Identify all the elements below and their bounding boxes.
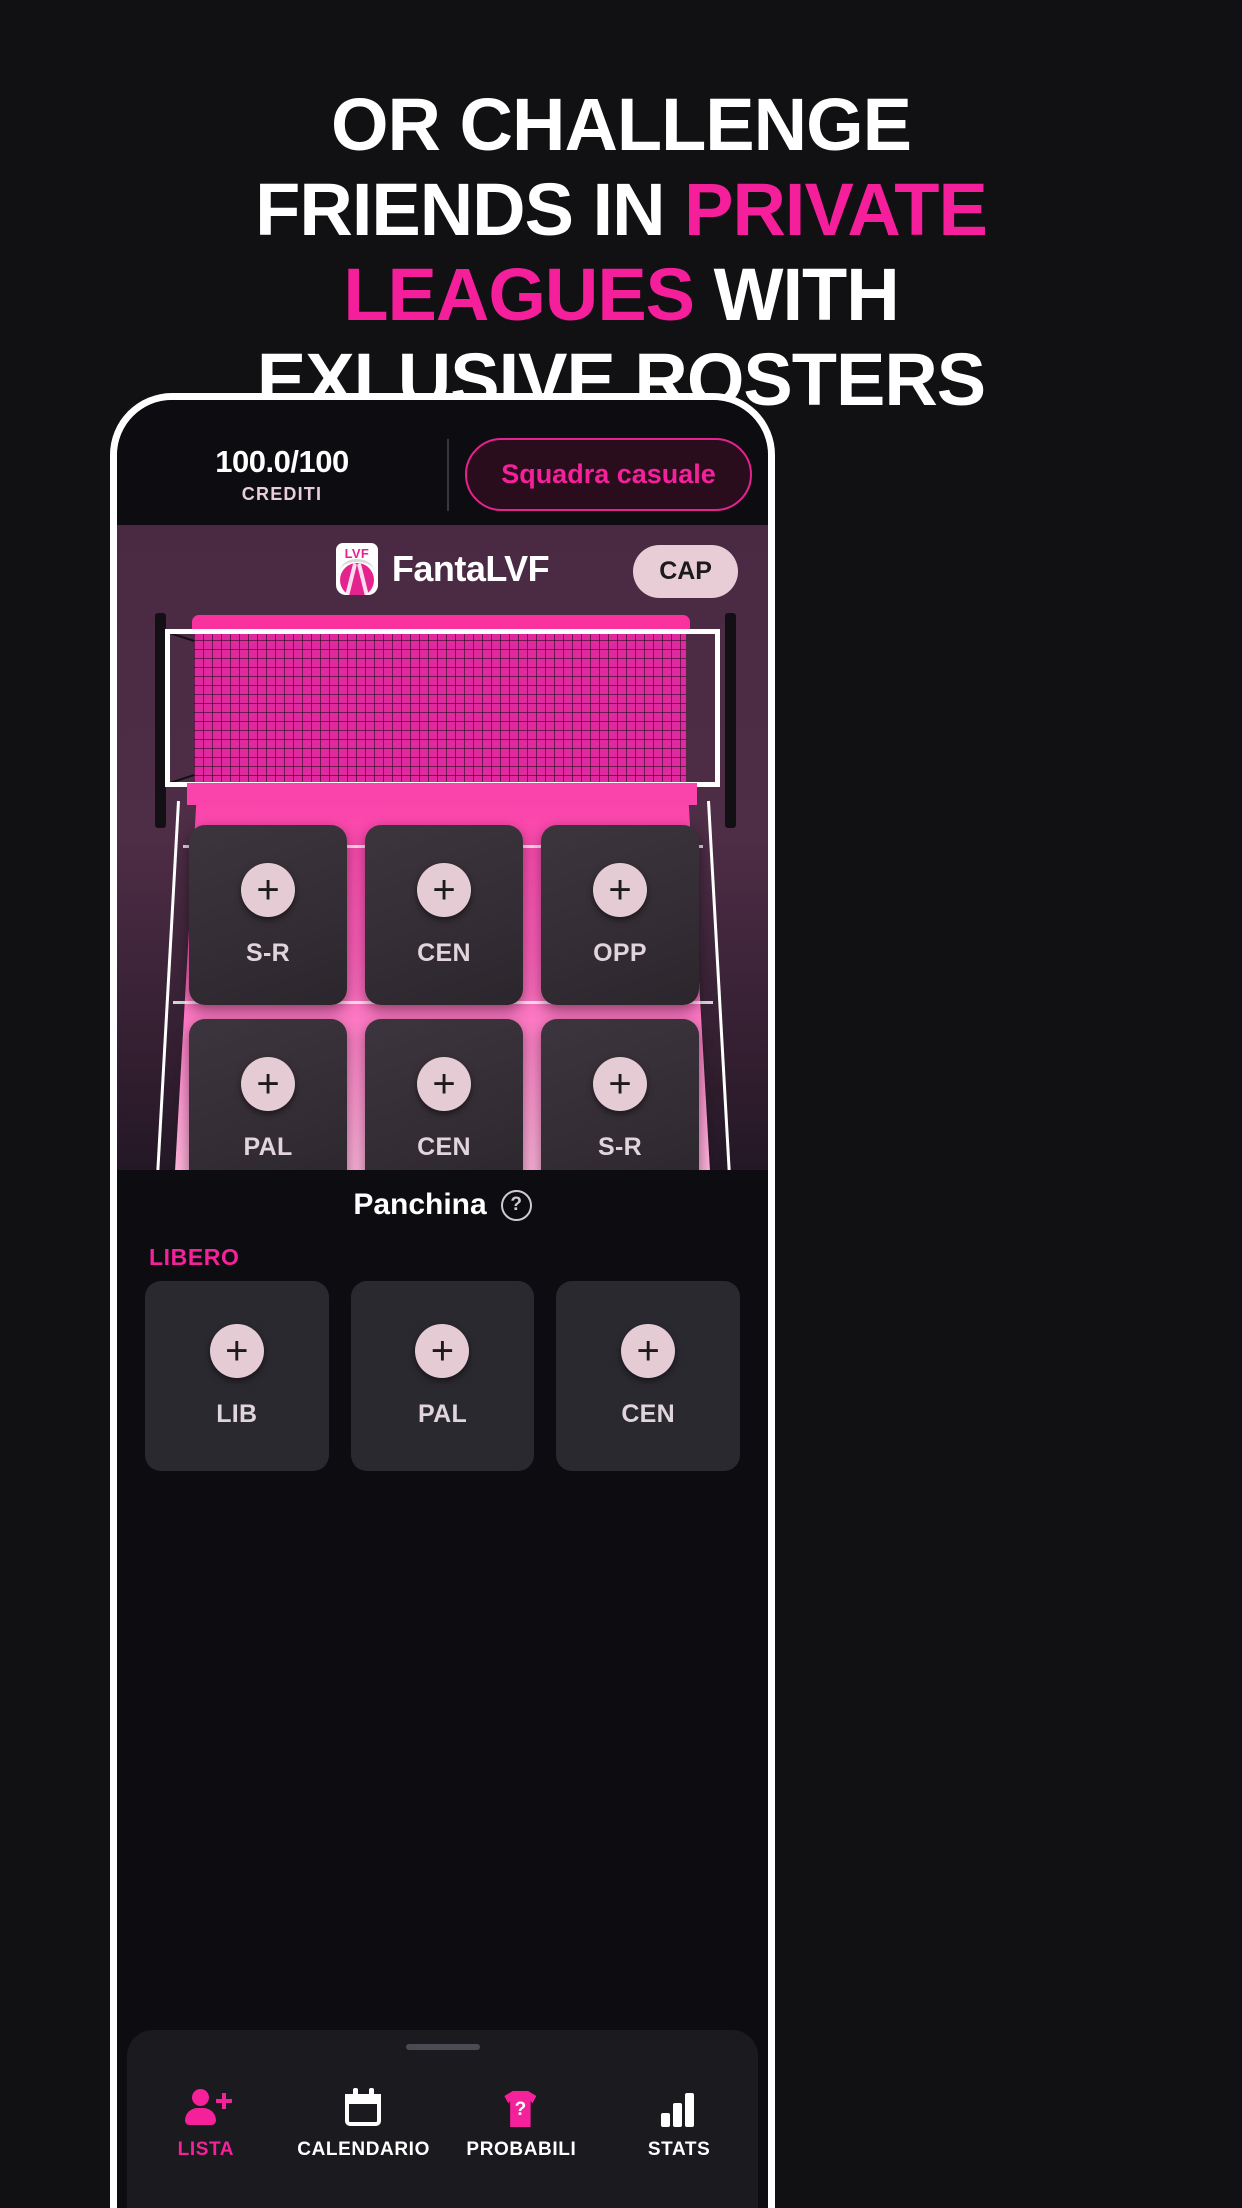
sheet-grabber[interactable] — [405, 2044, 480, 2050]
court-slot[interactable]: + CEN — [365, 825, 523, 1005]
bench-slot[interactable]: + CEN — [556, 1281, 740, 1471]
add-player-icon[interactable]: + — [241, 1056, 295, 1111]
plus-glyph: + — [256, 867, 280, 912]
bottom-tab-bar: LISTA CALENDARIO ? PROBABILI STATS — [127, 2070, 758, 2208]
court-panel: LVF FantaLVF CAP + S-R + CEN + OPP + PAL… — [117, 525, 768, 1170]
add-player-icon[interactable]: + — [209, 1323, 264, 1378]
add-player-icon[interactable]: + — [241, 862, 295, 917]
promo-screen: OR CHALLENGE FRIENDS IN PRIVATE LEAGUES … — [0, 0, 1242, 2208]
random-team-wrap: Squadra casuale — [449, 438, 768, 511]
plus-glyph: + — [608, 1061, 632, 1106]
bench-section: Panchina ? LIBERO + LIB + PAL + CEN — [117, 1180, 768, 1600]
add-player-icon[interactable]: + — [593, 862, 647, 917]
plus-glyph: + — [225, 1328, 249, 1373]
add-player-icon[interactable]: + — [417, 862, 471, 917]
court-slot-label: CEN — [417, 1132, 471, 1161]
credits-label: CREDITI — [241, 484, 323, 504]
court-slot-label: CEN — [417, 938, 471, 967]
net-outline — [165, 629, 720, 787]
bench-slot-label: PAL — [417, 1399, 468, 1428]
court-slot-label: PAL — [243, 1132, 293, 1161]
bench-slot[interactable]: + LIB — [145, 1281, 329, 1471]
tab-stats[interactable]: STATS — [604, 2088, 754, 2161]
court-slot[interactable]: + S-R — [189, 825, 347, 1005]
court-slot[interactable]: + OPP — [541, 825, 699, 1005]
court-edge-right — [707, 800, 731, 1170]
court-edge-left — [156, 800, 180, 1170]
add-player-icon[interactable]: + — [593, 1056, 647, 1111]
bench-header: Panchina ? — [117, 1180, 768, 1222]
headline-line-3: LEAGUES WITH — [60, 258, 1182, 332]
add-player-icon[interactable]: + — [415, 1323, 470, 1378]
court-slot-grid: + S-R + CEN + OPP + PAL + CEN + S-R — [189, 825, 699, 1170]
tab-label: PROBABILI — [466, 2139, 577, 2160]
promo-headline: OR CHALLENGE FRIENDS IN PRIVATE LEAGUES … — [0, 88, 1242, 428]
help-icon[interactable]: ? — [500, 1189, 532, 1221]
person-add-icon — [184, 2088, 232, 2130]
plus-glyph: + — [256, 1061, 280, 1106]
tab-calendario[interactable]: CALENDARIO — [289, 2088, 439, 2161]
libero-label: LIBERO — [149, 1244, 240, 1270]
court-slot-label: S-R — [598, 1132, 642, 1161]
bench-slot-label: CEN — [621, 1399, 675, 1428]
plus-glyph: + — [430, 1328, 455, 1373]
bench-slot-grid: + LIB + PAL + CEN — [145, 1281, 740, 1471]
bottom-sheet: LISTA CALENDARIO ? PROBABILI STATS — [127, 2030, 758, 2208]
tab-label: LISTA — [177, 2139, 235, 2160]
tab-lista[interactable]: LISTA — [131, 2088, 281, 2161]
net-pole-right — [725, 613, 736, 828]
credits-value: 100.0/100 — [215, 444, 349, 479]
bench-slot-label: LIB — [216, 1399, 258, 1428]
headline-line-1: OR CHALLENGE — [331, 83, 912, 166]
headline-line-2: FRIENDS IN PRIVATE — [60, 173, 1182, 247]
headline-line-2-pink: PRIVATE — [684, 168, 988, 251]
volleyball-icon — [339, 563, 374, 595]
tab-probabili[interactable]: ? PROBABILI — [446, 2088, 596, 2161]
court-slot[interactable]: + CEN — [365, 1019, 523, 1170]
lvf-logo-icon: LVF — [335, 543, 378, 595]
phone-screen: 100.0/100 CREDITI Squadra casuale LVF Fa… — [117, 400, 768, 2208]
bar-chart-icon — [657, 2088, 701, 2130]
court-slot-label: S-R — [246, 938, 290, 967]
phone-mockup: 100.0/100 CREDITI Squadra casuale LVF Fa… — [110, 393, 775, 2208]
plus-glyph: + — [608, 867, 632, 912]
calendar-icon — [342, 2088, 386, 2130]
plus-glyph: + — [636, 1328, 660, 1373]
court-slot[interactable]: + S-R — [541, 1019, 699, 1170]
headline-line-2-white: FRIENDS IN — [255, 168, 685, 251]
headline-line-3-white: WITH — [694, 253, 900, 336]
random-team-button[interactable]: Squadra casuale — [465, 438, 752, 511]
headline-line-3-pink: LEAGUES — [343, 253, 695, 336]
court-slot[interactable]: + PAL — [189, 1019, 347, 1170]
bench-slot[interactable]: + PAL — [350, 1281, 535, 1471]
bench-title: Panchina — [353, 1188, 487, 1221]
tab-label: STATS — [647, 2139, 711, 2160]
plus-glyph: + — [432, 867, 456, 912]
add-player-icon[interactable]: + — [417, 1056, 471, 1111]
brand-name: FantaLVF — [391, 548, 550, 589]
court-slot-label: OPP — [593, 938, 647, 967]
plus-glyph: + — [432, 1061, 456, 1106]
tab-label: CALENDARIO — [297, 2139, 430, 2160]
credits-block: 100.0/100 CREDITI — [117, 444, 447, 505]
credits-bar: 100.0/100 CREDITI Squadra casuale — [117, 422, 768, 527]
captain-badge[interactable]: CAP — [633, 545, 738, 598]
add-player-icon[interactable]: + — [621, 1323, 676, 1378]
jersey-question-icon: ? — [499, 2088, 543, 2130]
